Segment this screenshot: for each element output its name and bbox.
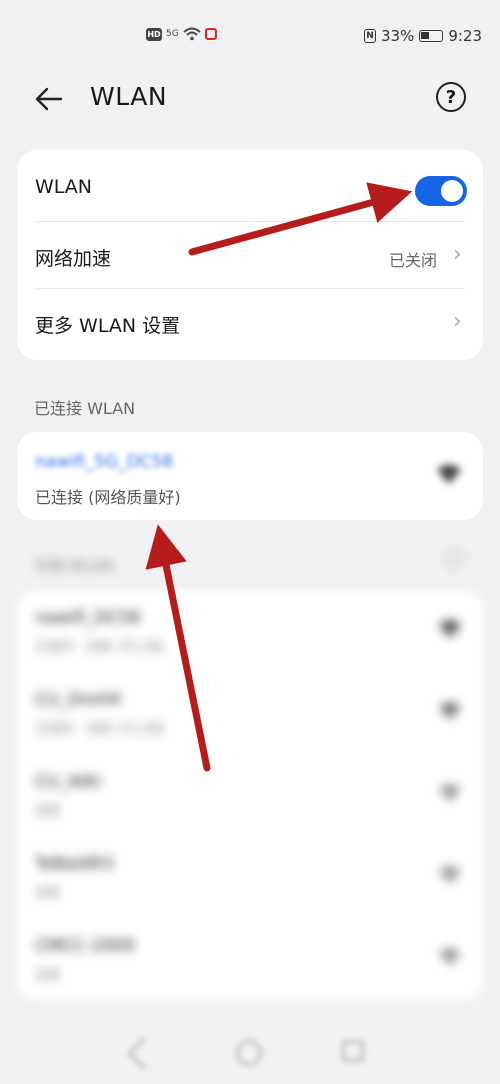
network-name: CMCC-2009 [35, 936, 135, 956]
list-item[interactable]: CMCC-2009 加密 [17, 918, 483, 1000]
nfc-icon: N [363, 29, 376, 43]
nav-back-icon[interactable] [127, 1037, 160, 1070]
network-status: 加密 [35, 886, 62, 901]
available-section-title: 可用 WLAN [34, 557, 114, 575]
more-wlan-settings-row[interactable]: 更多 WLAN 设置 › [17, 289, 483, 357]
toggle-knob [441, 180, 463, 202]
connected-network-name: nawifi_5G_DC58 [35, 452, 174, 472]
battery-percent: 33% [380, 27, 415, 45]
list-item[interactable]: CU_DmH4 已保存 · 加密 (可上网) [17, 672, 483, 754]
network-name: CU_DmH4 [35, 690, 122, 710]
network-acceleration-label: 网络加速 [35, 248, 112, 270]
network-name: CU_AIKr [35, 772, 103, 792]
available-networks-card: nawifi_DC58 已保存 · 加密 (可上网) CU_DmH4 已保存 ·… [17, 590, 483, 1000]
more-wlan-settings-label: 更多 WLAN 设置 [35, 315, 181, 337]
nav-recents-icon[interactable] [342, 1040, 364, 1062]
network-name: TeBaiAR3 [35, 854, 115, 874]
wifi-signal-icon [439, 948, 461, 966]
hd-icon: HD [146, 27, 162, 41]
wifi-signal-icon [439, 702, 461, 720]
list-item[interactable]: TeBaiAR3 加密 [17, 836, 483, 918]
network-status: 已保存 · 加密 (可上网) [35, 640, 166, 655]
network-name: nawifi_DC58 [35, 608, 141, 628]
network-acceleration-value: 已关闭 [388, 251, 437, 270]
list-item[interactable]: nawifi_DC58 已保存 · 加密 (可上网) [17, 590, 483, 672]
connected-section-title: 已连接 WLAN [34, 399, 136, 418]
page-header: WLAN ? [0, 80, 500, 120]
status-icons-right: N 33% 9:23 [363, 27, 482, 45]
nav-home-icon[interactable] [236, 1040, 262, 1066]
system-navigation-bar [0, 1030, 500, 1080]
network-status: 加密 [35, 968, 62, 983]
battery-icon [419, 30, 444, 42]
wlan-settings-card: WLAN 网络加速 已关闭 › 更多 WLAN 设置 › [17, 150, 483, 360]
network-acceleration-row[interactable]: 网络加速 已关闭 › [17, 222, 483, 290]
wlan-label: WLAN [35, 176, 93, 198]
chevron-right-icon: › [453, 309, 462, 334]
wifi-signal-icon [439, 866, 461, 884]
help-icon[interactable]: ? [436, 82, 466, 112]
status-icons-left: HD 5G [146, 27, 217, 41]
wifi-status-icon [183, 27, 201, 41]
status-time: 9:23 [448, 27, 482, 45]
connected-network-item[interactable]: nawifi_5G_DC58 已连接 (网络质量好) [17, 432, 483, 520]
connected-network-status: 已连接 (网络质量好) [35, 488, 181, 507]
network-status: 已保存 · 加密 (可上网) [35, 722, 166, 737]
notification-icon [204, 28, 217, 40]
page-title: WLAN [90, 82, 168, 111]
signal-icon: 5G [166, 28, 179, 39]
list-item[interactable]: CU_AIKr 加密 [17, 754, 483, 836]
wifi-signal-icon [439, 784, 461, 802]
chevron-right-icon: › [453, 242, 462, 267]
wifi-signal-icon [439, 620, 461, 638]
wifi-signal-icon[interactable] [435, 462, 463, 486]
wlan-toggle-switch[interactable] [415, 176, 467, 206]
wlan-toggle-row[interactable]: WLAN [17, 154, 483, 222]
refresh-icon[interactable] [446, 550, 464, 568]
network-status: 加密 [35, 804, 62, 819]
back-arrow-icon[interactable] [34, 84, 64, 114]
status-bar: HD 5G N 33% 9:23 [0, 0, 500, 72]
